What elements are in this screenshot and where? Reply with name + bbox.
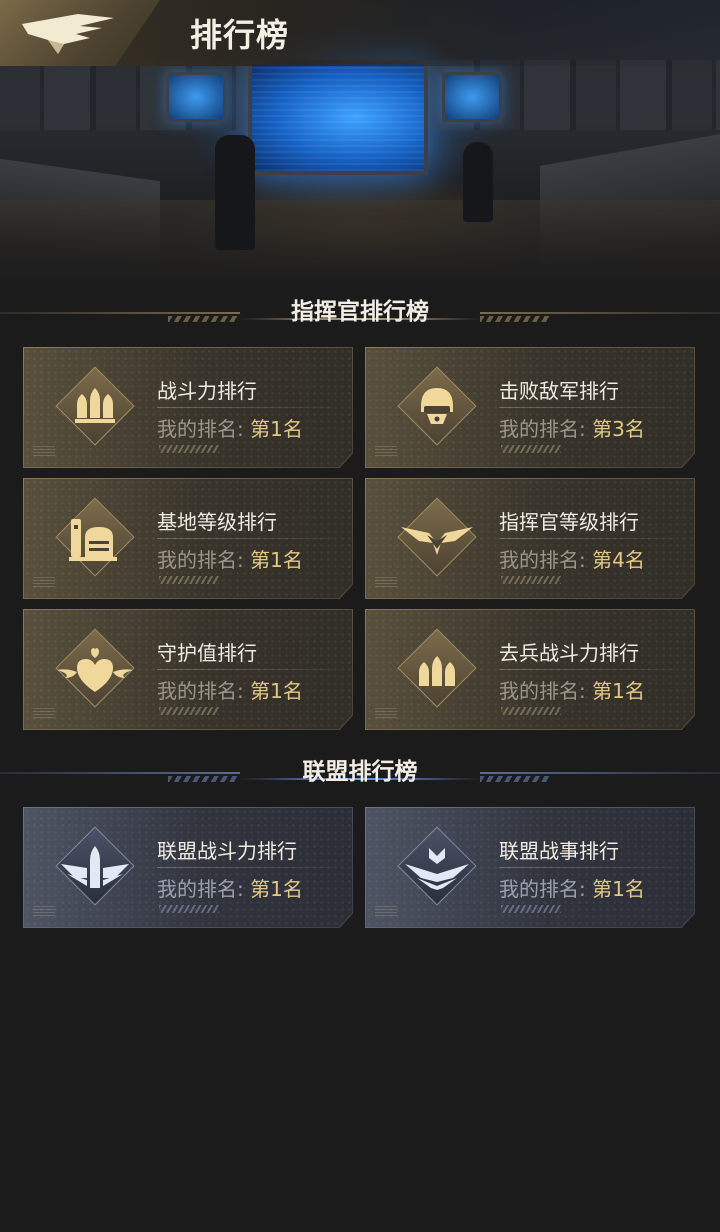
page-title: 排行榜 [190, 16, 290, 54]
my-rank: 我的排名: 第1名 [157, 544, 303, 573]
card-separator [499, 867, 675, 868]
icon-frame [55, 366, 135, 446]
my-rank: 我的排名: 第3名 [499, 413, 645, 442]
corner-deco [33, 446, 55, 456]
chevron-stripes [501, 905, 561, 913]
section-header-commander: 指挥官排行榜 [0, 292, 720, 332]
card-separator [157, 669, 333, 670]
chevron-stripes [501, 707, 561, 715]
card-separator [499, 538, 675, 539]
card-separator [157, 407, 333, 408]
base-building-icon [69, 519, 117, 561]
rank-label: 我的排名: [499, 877, 593, 901]
rank-value: 第1名 [250, 417, 303, 441]
chevron-stripes [501, 445, 561, 453]
icon-frame [55, 826, 135, 906]
rank-value: 第1名 [592, 877, 645, 901]
icon-frame [397, 628, 477, 708]
winged-bullet-icon [61, 846, 129, 888]
card-title: 去兵战斗力排行 [499, 641, 639, 665]
alliance-emblem-icon [405, 848, 469, 890]
rank-label: 我的排名: [499, 679, 593, 703]
side-monitor-left [166, 72, 226, 122]
chevron-stripes [159, 905, 219, 913]
rank-value: 第4名 [592, 548, 645, 572]
card-title: 战斗力排行 [157, 379, 257, 403]
side-monitor-right [442, 72, 502, 122]
my-rank: 我的排名: 第1名 [499, 675, 645, 704]
bullets-icon [75, 388, 115, 423]
card-separator [499, 407, 675, 408]
soldier-figure [215, 135, 255, 250]
card-separator [499, 669, 675, 670]
ranking-card-guardian-value[interactable]: 守护值排行 我的排名: 第1名 [23, 609, 353, 730]
ranking-card-alliance-war[interactable]: 联盟战事排行 我的排名: 第1名 [365, 807, 695, 928]
icon-frame [55, 628, 135, 708]
corner-deco [375, 577, 397, 587]
ranking-card-enemies-defeated[interactable]: 击败敌军排行 我的排名: 第3名 [365, 347, 695, 468]
rank-label: 我的排名: [157, 417, 251, 441]
corner-deco [375, 708, 397, 718]
rank-label: 我的排名: [157, 679, 251, 703]
corner-deco [375, 906, 397, 916]
chevron-stripes [159, 576, 219, 584]
soldier-figure [463, 142, 493, 222]
back-button[interactable] [0, 0, 160, 66]
card-separator [157, 867, 333, 868]
my-rank: 我的排名: 第1名 [157, 675, 303, 704]
icon-frame [397, 497, 477, 577]
eagle-logo-icon [22, 14, 114, 54]
section-title: 指挥官排行榜 [291, 299, 429, 325]
my-rank: 我的排名: 第1名 [499, 873, 645, 902]
ranking-card-base-level[interactable]: 基地等级排行 我的排名: 第1名 [23, 478, 353, 599]
card-separator [157, 538, 333, 539]
corner-deco [33, 906, 55, 916]
card-title: 联盟战事排行 [499, 839, 619, 863]
card-title: 指挥官等级排行 [499, 510, 639, 534]
icon-frame [397, 366, 477, 446]
chevron-stripes [501, 576, 561, 584]
winged-heart-icon [57, 648, 133, 692]
icon-frame [397, 826, 477, 906]
rank-value: 第1名 [250, 548, 303, 572]
icon-frame [55, 497, 135, 577]
my-rank: 我的排名: 第4名 [499, 544, 645, 573]
section-title: 联盟排行榜 [302, 759, 418, 785]
corner-deco [375, 446, 397, 456]
section-header-alliance: 联盟排行榜 [0, 752, 720, 792]
bullets-icon [419, 656, 455, 686]
rank-label: 我的排名: [157, 877, 251, 901]
ranking-card-combat-power[interactable]: 战斗力排行 我的排名: 第1名 [23, 347, 353, 468]
corner-deco [33, 708, 55, 718]
rank-value: 第1名 [250, 679, 303, 703]
my-rank: 我的排名: 第1名 [157, 873, 303, 902]
rank-value: 第3名 [592, 417, 645, 441]
rank-value: 第1名 [592, 679, 645, 703]
ranking-card-commander-level[interactable]: 指挥官等级排行 我的排名: 第4名 [365, 478, 695, 599]
hangar-floor [0, 200, 720, 290]
commander-wings-icon [401, 527, 473, 555]
title-bar: 排行榜 [0, 0, 720, 66]
soldier-helmet-icon [421, 388, 453, 424]
rank-value: 第1名 [250, 877, 303, 901]
chevron-stripes [159, 707, 219, 715]
chevron-stripes [159, 445, 219, 453]
rank-label: 我的排名: [157, 548, 251, 572]
my-rank: 我的排名: 第1名 [157, 413, 303, 442]
corner-deco [33, 577, 55, 587]
rank-label: 我的排名: [499, 417, 593, 441]
card-title: 守护值排行 [157, 641, 257, 665]
main-monitor [248, 60, 428, 175]
rank-label: 我的排名: [499, 548, 593, 572]
ranking-card-alliance-power[interactable]: 联盟战斗力排行 我的排名: 第1名 [23, 807, 353, 928]
card-title: 联盟战斗力排行 [157, 839, 297, 863]
card-title: 击败敌军排行 [499, 379, 619, 403]
card-title: 基地等级排行 [157, 510, 277, 534]
ranking-card-troopless-power[interactable]: 去兵战斗力排行 我的排名: 第1名 [365, 609, 695, 730]
